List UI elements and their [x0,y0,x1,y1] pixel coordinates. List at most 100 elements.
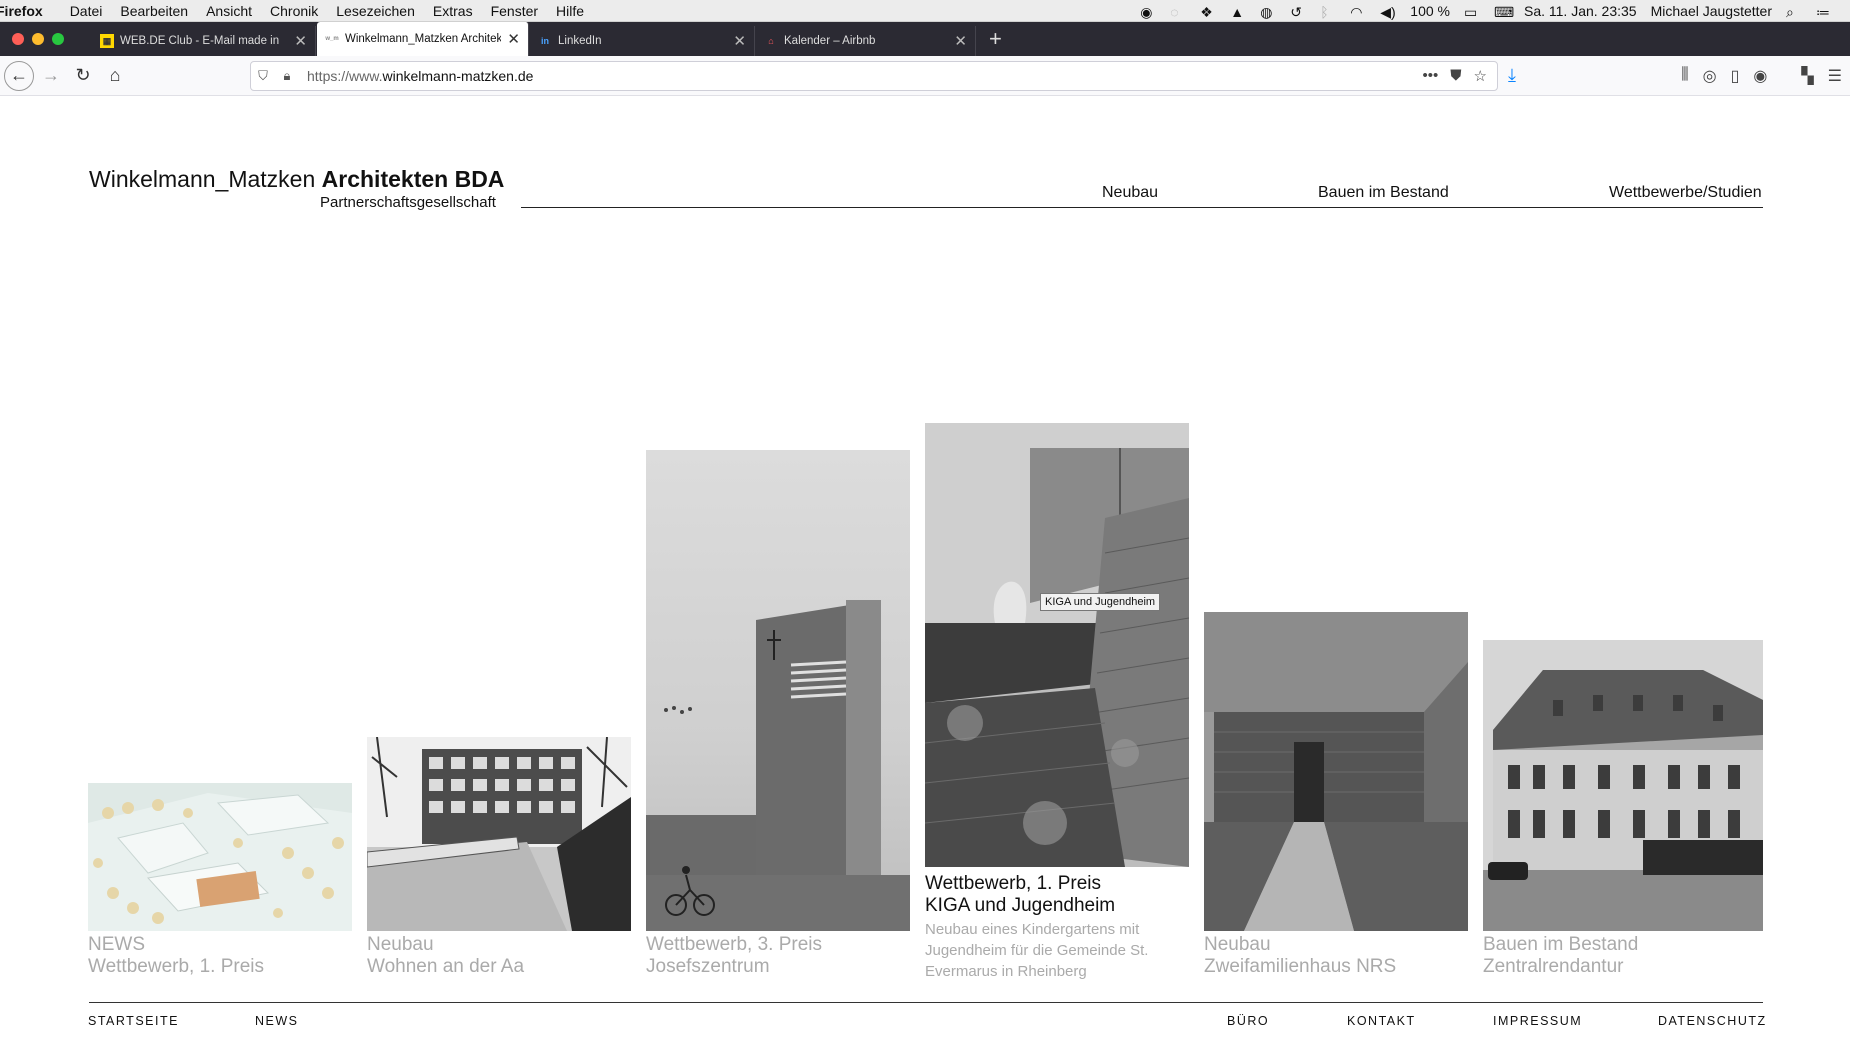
nav-neubau[interactable]: Neubau [1102,184,1158,202]
nav-wettbewerbe-studien[interactable]: Wettbewerbe/Studien [1609,184,1762,202]
clock[interactable]: Sa. 11. Jan. 23:35 [1524,3,1637,19]
pocket-icon[interactable]: ⛊ [1450,67,1461,85]
tab-winkelmann[interactable]: w_m Winkelmann_Matzken Architekt ✕ [317,22,529,56]
project-title: KIGA und Jugendheim [925,895,1116,916]
web-page: Winkelmann_Matzken Architekten BDA Partn… [0,96,1850,1050]
footer-link-datenschutz[interactable]: DATENSCHUTZ [1658,1014,1767,1028]
bluetooth-icon[interactable]: ᛒ [1320,4,1336,20]
app-menu[interactable]: Firefox [0,3,61,19]
site-brand[interactable]: Winkelmann_Matzken Architekten BDA [89,166,504,193]
close-tab-icon[interactable]: ✕ [294,32,307,50]
hamburger-menu-icon[interactable]: ☰ [1828,66,1842,86]
creative-cloud-icon[interactable]: ◉ [1140,4,1156,20]
extensions-menu-icon[interactable]: ▚ [1801,66,1813,86]
battery-percent[interactable]: 100 % [1410,3,1450,19]
new-tab-icon[interactable]: + [977,26,1014,52]
sidebar-icon[interactable]: ▯ [1731,66,1740,86]
footer-link-impressum[interactable]: IMPRESSUM [1493,1014,1582,1028]
window-controls [12,33,64,45]
url-bar[interactable]: ⛉ 🔒︎ https://www.winkelmann-matzken.de •… [250,60,1498,91]
url-domain: winkelmann-matzken.de [382,67,534,84]
hover-tooltip: KIGA und Jugendheim [1040,593,1161,611]
keyboard-icon[interactable]: ⌨ [1494,4,1514,20]
url-text[interactable]: https://www.winkelmann-matzken.de [299,68,1423,84]
project-type: NEWS [88,934,145,955]
tab-strip: ▦ WEB.DE Club - E-Mail made in ✕ w_m Win… [0,22,1850,56]
project-image-apartment[interactable] [367,737,631,931]
back-icon[interactable]: ← [4,60,34,91]
tab-airbnb[interactable]: ⌂ Kalender – Airbnb ✕ [756,26,976,56]
project-title: Wohnen an der Aa [367,956,525,977]
close-tab-icon[interactable]: ✕ [954,32,967,50]
tab-title: Kalender – Airbnb [784,35,876,47]
navigation-toolbar: ← → ↻ ⌂ ⛉ 🔒︎ https://www.winkelmann-matz… [0,56,1850,96]
volume-icon[interactable]: ◀) [1380,4,1396,20]
time-machine-icon[interactable]: ↺ [1290,4,1306,20]
home-icon[interactable]: ⌂ [100,61,130,91]
footer-link-news[interactable]: NEWS [255,1014,299,1028]
header-divider [521,207,1763,208]
airbnb-icon: ⌂ [768,36,774,46]
sync-icon[interactable]: ◌ [1170,4,1186,20]
footer-link-startseite[interactable]: STARTSEITE [88,1014,179,1028]
forward-icon[interactable]: → [36,61,66,91]
os-menubar: Firefox Datei Bearbeiten Ansicht Chronik… [0,0,1850,22]
spotlight-icon[interactable]: ⌕ [1786,4,1802,20]
project-type: Neubau [367,934,434,955]
linkedin-icon: in [541,36,549,46]
close-tab-icon[interactable]: ✕ [507,30,520,48]
wifi-icon[interactable]: ◠ [1350,4,1366,20]
drive-icon[interactable]: ▲ [1230,4,1246,20]
project-image-historic-building[interactable] [1483,640,1763,931]
tracking-shield-icon[interactable]: ⛉ [251,68,275,84]
close-window-button[interactable] [12,33,24,45]
tab-title: Winkelmann_Matzken Architekt [345,33,502,45]
menu-chronik[interactable]: Chronik [261,3,327,19]
tab-title: LinkedIn [558,35,602,47]
project-type: Bauen im Bestand [1483,934,1639,955]
battery-icon[interactable]: ▭ [1464,4,1480,20]
project-type: Wettbewerb, 3. Preis [646,934,823,955]
notification-center-icon[interactable]: ≔ [1816,4,1832,20]
url-prefix: https://www. [307,67,383,84]
project-image-kindergarten[interactable] [925,423,1189,867]
footer-link-kontakt[interactable]: KONTAKT [1347,1014,1416,1028]
project-description: Neubau eines Kindergartens mit Jugendhei… [925,921,1149,980]
menu-bearbeiten[interactable]: Bearbeiten [111,3,197,19]
minimize-window-button[interactable] [32,33,44,45]
reload-icon[interactable]: ↻ [68,61,98,91]
menu-datei[interactable]: Datei [61,3,112,19]
footer-link-buero[interactable]: BÜRO [1227,1014,1269,1028]
brand-bold: Architekten BDA [321,166,505,192]
project-type: Wettbewerb, 1. Preis [925,873,1102,894]
tab-title: WEB.DE Club - E-Mail made in [120,35,280,47]
library-icon[interactable]: ⫼ [1681,66,1688,86]
account-icon[interactable]: ◉ [1753,66,1767,86]
menu-fenster[interactable]: Fenster [482,3,547,19]
download-icon[interactable]: ⤓ [1508,65,1516,86]
bookmark-star-icon[interactable]: ☆ [1474,67,1487,85]
project-image-model[interactable] [88,783,352,931]
tab-webde[interactable]: ▦ WEB.DE Club - E-Mail made in ✕ [92,26,316,56]
menu-lesezeichen[interactable]: Lesezeichen [327,3,424,19]
menu-hilfe[interactable]: Hilfe [547,3,593,19]
project-title: Josefszentrum [646,956,770,977]
zoom-window-button[interactable] [52,33,64,45]
close-tab-icon[interactable]: ✕ [733,32,746,50]
backup-icon[interactable]: ◍ [1260,4,1276,20]
menu-ansicht[interactable]: Ansicht [197,3,261,19]
menu-extras[interactable]: Extras [424,3,482,19]
project-title: Zweifamilienhaus NRS [1204,956,1397,977]
lock-icon[interactable]: 🔒︎ [275,68,299,84]
project-type: Neubau [1204,934,1271,955]
user-name[interactable]: Michael Jaugstetter [1651,3,1772,19]
tab-linkedin[interactable]: in LinkedIn ✕ [530,26,755,56]
project-image-church-tower[interactable] [646,450,910,931]
nav-bauen-im-bestand[interactable]: Bauen im Bestand [1318,184,1449,202]
webde-icon: ▦ [100,34,114,48]
dropbox-icon[interactable]: ❖ [1200,4,1216,20]
page-actions-icon[interactable]: ••• [1423,67,1439,85]
extension-icon[interactable]: ◎ [1703,66,1717,86]
brand-subtitle: Partnerschaftsgesellschaft [320,194,496,211]
project-image-house[interactable] [1204,612,1468,931]
